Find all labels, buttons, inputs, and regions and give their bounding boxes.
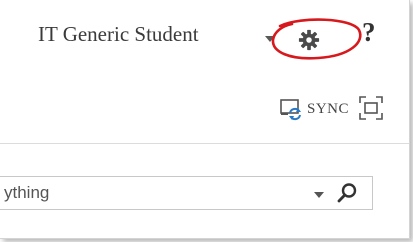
search-scope-chevron-icon[interactable] [314,192,324,198]
search-box [0,176,373,210]
sync-icon [280,99,301,121]
search-input[interactable] [0,177,290,209]
focus-mode-icon[interactable] [357,94,385,122]
sync-button[interactable]: SYNC [279,97,349,121]
suite-bar-panel: IT Generic Student ? SYNC [0,0,410,239]
user-name[interactable]: IT Generic Student [38,22,199,47]
help-button[interactable]: ? [362,17,376,48]
search-icon[interactable] [336,182,358,204]
sync-label: SYNC [307,100,350,117]
divider [0,143,409,144]
highlight-annotation [271,18,362,60]
